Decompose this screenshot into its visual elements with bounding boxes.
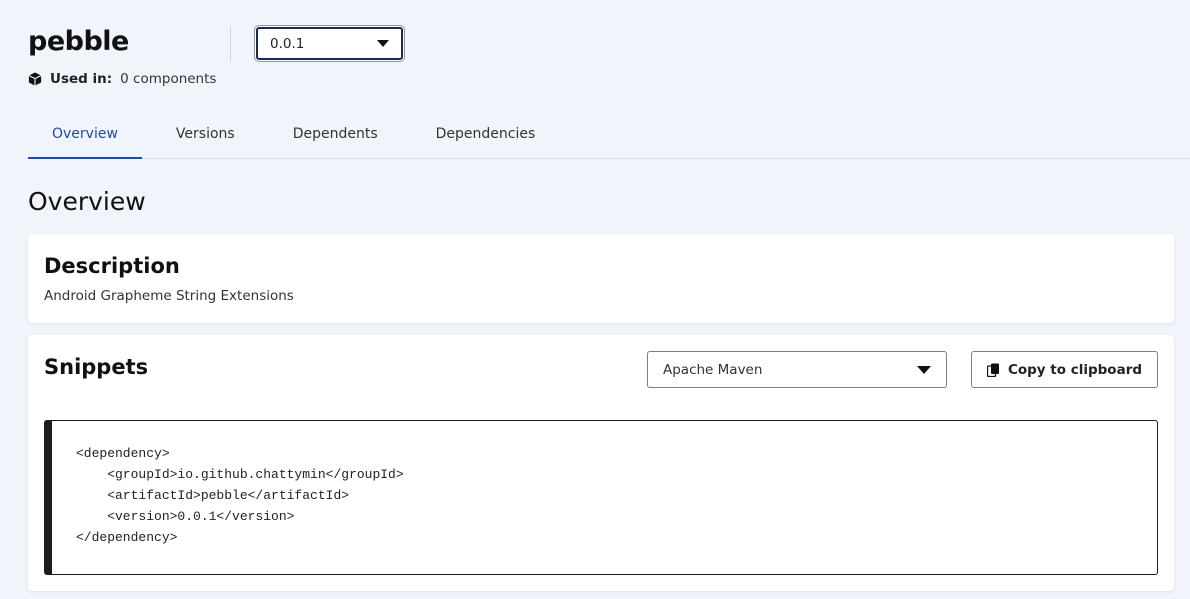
copy-to-clipboard-button[interactable]: Copy to clipboard	[971, 351, 1158, 388]
used-in-value: 0 components	[120, 71, 217, 87]
section-title: Overview	[28, 187, 146, 216]
tab-bar: Overview Versions Dependents Dependencie…	[28, 110, 1190, 159]
code-snippet[interactable]: <dependency> <groupId>io.github.chattymi…	[44, 420, 1158, 575]
tab-dependents[interactable]: Dependents	[269, 110, 402, 158]
snippet-format-select[interactable]: Apache Maven	[647, 351, 947, 388]
description-heading: Description	[44, 254, 180, 278]
caret-down-icon	[917, 365, 931, 374]
description-card: Description Android Grapheme String Exte…	[28, 234, 1174, 323]
description-text: Android Grapheme String Extensions	[44, 288, 294, 304]
used-in-info: Used in: 0 components	[28, 71, 216, 87]
version-select[interactable]: 0.0.1	[256, 27, 403, 60]
tab-dependencies[interactable]: Dependencies	[412, 110, 560, 158]
snippet-format-value: Apache Maven	[663, 361, 763, 378]
snippets-heading: Snippets	[44, 355, 149, 379]
component-title: pebble	[28, 26, 129, 57]
package-icon	[28, 72, 42, 86]
tab-versions[interactable]: Versions	[152, 110, 259, 158]
tab-overview[interactable]: Overview	[28, 110, 142, 159]
copy-button-label: Copy to clipboard	[1007, 361, 1143, 378]
header-divider	[230, 26, 231, 62]
used-in-label: Used in:	[50, 71, 113, 87]
copy-icon	[986, 363, 999, 377]
caret-down-icon	[377, 40, 389, 47]
snippets-card: Snippets Apache Maven Copy to clipboard …	[28, 335, 1174, 591]
page: pebble Used in: 0 components 0.0.1 Overv…	[0, 0, 1190, 599]
version-select-value: 0.0.1	[270, 35, 305, 52]
